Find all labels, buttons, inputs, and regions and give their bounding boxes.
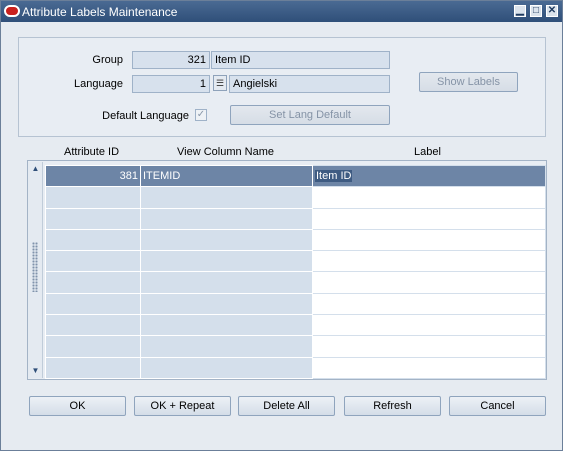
column-header-label: Label xyxy=(414,146,441,158)
language-name-field: Angielski xyxy=(229,75,390,93)
attribute-id-cell[interactable] xyxy=(45,186,141,209)
close-button[interactable]: ✕ xyxy=(546,5,558,17)
attribute-id-cell[interactable] xyxy=(45,250,141,273)
group-id-field[interactable]: 321 xyxy=(132,51,210,69)
label-cell-text[interactable]: Item ID xyxy=(315,170,353,183)
oracle-logo-icon xyxy=(4,5,20,17)
group-name-field: Item ID xyxy=(211,51,390,69)
table-row[interactable] xyxy=(45,271,546,294)
label-cell[interactable] xyxy=(312,356,546,379)
view-column-name-cell[interactable] xyxy=(140,292,313,316)
attribute-id-cell[interactable] xyxy=(45,207,141,230)
attribute-id-cell[interactable] xyxy=(45,356,141,379)
show-labels-button[interactable]: Show Labels xyxy=(419,72,518,92)
view-column-name-cell[interactable] xyxy=(140,207,313,230)
scroll-grip-icon[interactable] xyxy=(32,242,38,292)
view-column-name-cell[interactable] xyxy=(140,314,313,337)
view-column-name-cell[interactable] xyxy=(140,271,313,294)
ok-button[interactable]: OK xyxy=(29,396,126,416)
label-cell[interactable] xyxy=(312,207,546,230)
table-row[interactable] xyxy=(45,186,546,209)
column-header-attribute-id: Attribute ID xyxy=(64,146,120,158)
view-column-name-cell[interactable] xyxy=(140,228,313,252)
table-row[interactable]: 381 ITEMID Item ID xyxy=(45,164,546,188)
scroll-down-icon[interactable]: ▼ xyxy=(30,366,41,376)
table-row[interactable] xyxy=(45,335,546,358)
maximize-button[interactable]: □ xyxy=(530,5,542,17)
view-column-name-cell[interactable] xyxy=(140,335,313,358)
attribute-id-cell[interactable] xyxy=(45,335,141,358)
window-title: Attribute Labels Maintenance xyxy=(22,5,178,19)
view-column-name-cell[interactable] xyxy=(140,356,313,379)
table-row[interactable] xyxy=(45,250,546,273)
language-id-field[interactable]: 1 xyxy=(132,75,210,93)
table-row[interactable] xyxy=(45,314,546,337)
label-cell[interactable]: Item ID xyxy=(312,164,546,188)
default-language-checkbox[interactable]: ✓ xyxy=(195,109,207,121)
view-column-name-cell[interactable] xyxy=(140,250,313,273)
attribute-id-cell[interactable] xyxy=(45,314,141,337)
label-cell[interactable] xyxy=(312,335,546,358)
table-row[interactable] xyxy=(45,207,546,230)
group-label: Group xyxy=(92,54,123,66)
list-of-values-icon[interactable]: ☰ xyxy=(213,75,227,91)
view-column-name-cell[interactable]: ITEMID xyxy=(140,164,313,188)
table-row[interactable] xyxy=(45,292,546,316)
table-row[interactable] xyxy=(45,228,546,252)
vertical-scrollbar[interactable]: ▲ ▼ xyxy=(28,162,43,378)
attribute-id-cell[interactable] xyxy=(45,292,141,316)
label-cell[interactable] xyxy=(312,292,546,316)
label-cell[interactable] xyxy=(312,186,546,209)
attribute-id-cell[interactable] xyxy=(45,228,141,252)
refresh-button[interactable]: Refresh xyxy=(344,396,441,416)
view-column-name-cell[interactable] xyxy=(140,186,313,209)
dialog-window: Attribute Labels Maintenance ▁ □ ✕ Group… xyxy=(0,0,563,451)
delete-all-button[interactable]: Delete All xyxy=(238,396,335,416)
set-lang-default-button[interactable]: Set Lang Default xyxy=(230,105,390,125)
language-label: Language xyxy=(74,78,123,90)
cancel-button[interactable]: Cancel xyxy=(449,396,546,416)
attribute-id-cell[interactable]: 381 xyxy=(45,164,141,188)
default-language-label: Default Language xyxy=(102,110,189,122)
table-row[interactable] xyxy=(45,356,546,379)
label-cell[interactable] xyxy=(312,250,546,273)
scroll-up-icon[interactable]: ▲ xyxy=(30,164,41,174)
ok-repeat-button[interactable]: OK + Repeat xyxy=(134,396,231,416)
title-bar: Attribute Labels Maintenance ▁ □ ✕ xyxy=(1,1,562,22)
attribute-labels-grid: 381 ITEMID Item ID xyxy=(45,164,546,379)
label-cell[interactable] xyxy=(312,271,546,294)
minimize-button[interactable]: ▁ xyxy=(514,5,526,17)
label-cell[interactable] xyxy=(312,228,546,252)
label-cell[interactable] xyxy=(312,314,546,337)
attribute-id-cell[interactable] xyxy=(45,271,141,294)
column-header-view-column-name: View Column Name xyxy=(177,146,275,158)
